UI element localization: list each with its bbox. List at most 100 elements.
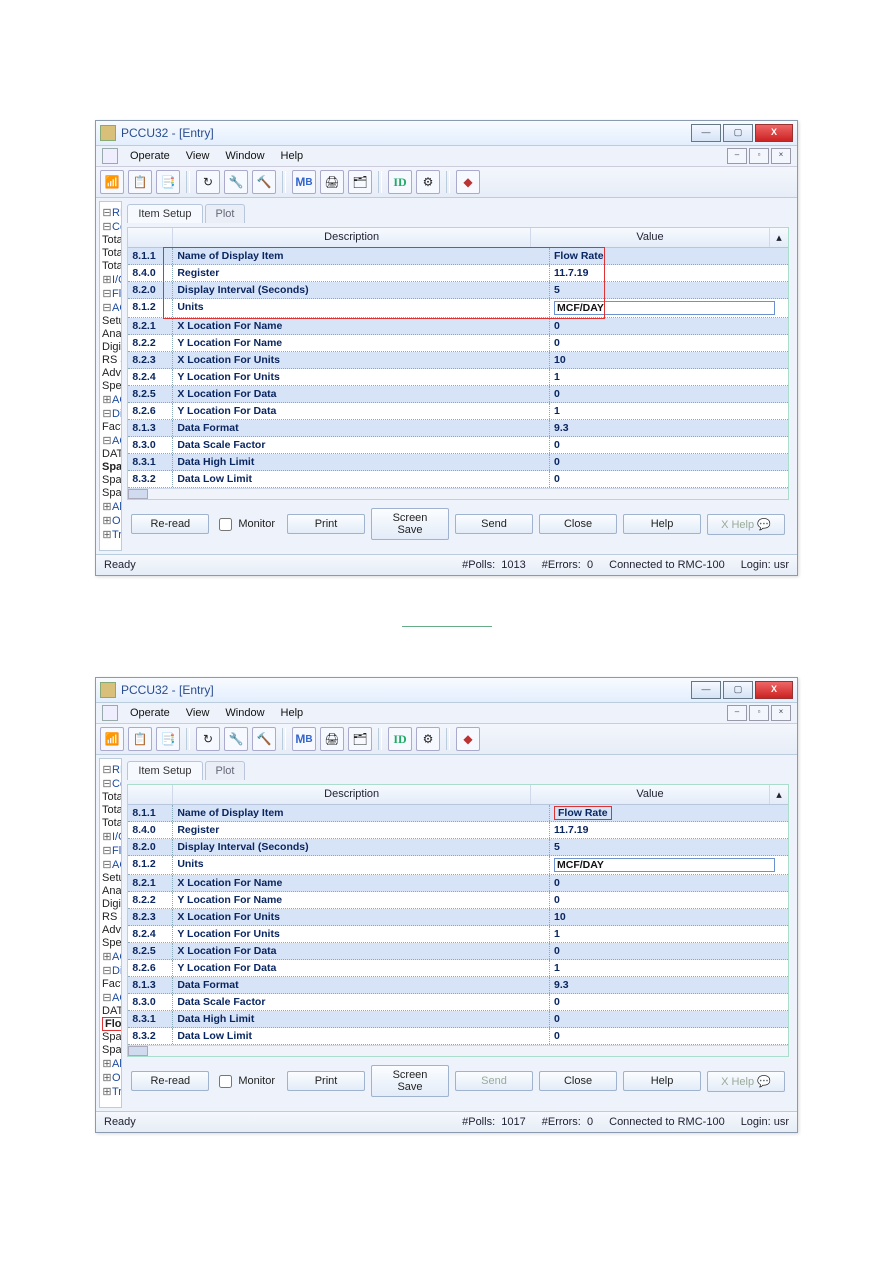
tree-alarm[interactable]: Alarm System (112, 501, 122, 513)
menu-help[interactable]: Help (274, 148, 311, 164)
table-row[interactable]: 8.3.1Data High Limit0 (128, 1011, 788, 1028)
tree-aga2[interactable]: AGA3-2 (112, 394, 122, 406)
tree-display[interactable]: Display (112, 965, 122, 977)
menu-view[interactable]: View (179, 705, 217, 721)
toolbar-refresh-icon[interactable]: ↻ (196, 727, 220, 751)
toolbar-help-icon[interactable]: ◆ (456, 170, 480, 194)
toolbar-collect-icon[interactable]: 📑 (156, 170, 180, 194)
table-row[interactable]: 8.3.2Data Low Limit0 (128, 1028, 788, 1045)
table-row[interactable]: 8.2.1X Location For Name0 (128, 875, 788, 892)
table-row[interactable]: 8.3.0Data Scale Factor0 (128, 437, 788, 454)
send-button[interactable]: Send (455, 514, 533, 534)
toolbar-entry-icon[interactable]: 📋 (128, 727, 152, 751)
tab-item-setup[interactable]: Item Setup (127, 204, 202, 223)
tree-analysis[interactable]: Analysis (102, 328, 122, 340)
toolbar-id-icon[interactable]: ID (388, 170, 412, 194)
tree-display[interactable]: Display (112, 408, 122, 420)
table-row[interactable]: 8.3.1Data High Limit0 (128, 454, 788, 471)
tree-spare3[interactable]: Spare (102, 1044, 122, 1056)
table-row[interactable]: 8.2.3X Location For Units10 (128, 352, 788, 369)
tree-aga1[interactable]: AGA3-1 (112, 859, 122, 871)
tree-rsnf[interactable]: RS and No Flow (102, 354, 122, 366)
tree-io[interactable]: I/O System (112, 831, 122, 843)
tree-sos[interactable]: Speed of Sound (102, 937, 122, 949)
table-row[interactable]: 8.2.2Y Location For Name0 (128, 335, 788, 352)
menu-window[interactable]: Window (218, 148, 271, 164)
tree-alarm[interactable]: Alarm System (112, 1058, 122, 1070)
scroll-up-icon[interactable]: ▴ (770, 228, 788, 247)
table-row[interactable]: 8.2.0Display Interval (Seconds)5 (128, 839, 788, 856)
table-row[interactable]: 8.3.2Data Low Limit0 (128, 471, 788, 488)
tree-spare-sel[interactable]: Spare (102, 461, 122, 473)
table-row[interactable]: 8.2.6Y Location For Data1 (128, 960, 788, 977)
minimize-button[interactable]: — (691, 124, 721, 142)
help-button[interactable]: Help (623, 514, 701, 534)
titlebar[interactable]: PCCU32 - [Entry] — ▢ X (96, 678, 797, 703)
units-input[interactable]: MCF/DAY (554, 301, 775, 315)
close-button[interactable]: X (755, 681, 793, 699)
toolbar-entry-icon[interactable]: 📋 (128, 170, 152, 194)
menu-window[interactable]: Window (218, 705, 271, 721)
toolbar-print-icon[interactable]: 🖨 (320, 727, 344, 751)
tree-dt[interactable]: DATE/TIME (102, 1005, 122, 1017)
table-row[interactable]: 8.2.0Display Interval (Seconds)5 (128, 282, 788, 299)
table-row[interactable]: 8.1.2UnitsMCF/DAY (128, 856, 788, 875)
close-button[interactable]: X (755, 124, 793, 142)
scroll-up-icon[interactable]: ▴ (770, 785, 788, 804)
hscroll-thumb[interactable] (128, 489, 148, 499)
table-row[interactable]: 8.2.1X Location For Name0 (128, 318, 788, 335)
tree-digout[interactable]: Digital Outputs (102, 898, 122, 910)
toolbar-archive-icon[interactable]: 🗂 (348, 170, 372, 194)
tree-ops[interactable]: Operations (112, 515, 122, 527)
tree-aga2[interactable]: AGA3-2 (112, 951, 122, 963)
mdi-close[interactable]: × (771, 705, 791, 721)
print-button[interactable]: Print (287, 514, 365, 534)
toolbar-setup-icon[interactable]: ⚙ (416, 727, 440, 751)
tree-spare3[interactable]: Spare (102, 487, 122, 499)
tree-ops[interactable]: Operations (112, 1072, 122, 1084)
reread-button[interactable]: Re-read (131, 1071, 209, 1091)
tree-digout[interactable]: Digital Outputs (102, 341, 122, 353)
tree-tfcom[interactable]: Totalflow/COM0: (102, 817, 122, 829)
monitor-checkbox[interactable]: Monitor (215, 515, 275, 534)
table-row[interactable]: 8.1.1Name of Display ItemFlow Rate (128, 248, 788, 265)
menu-view[interactable]: View (179, 148, 217, 164)
maximize-button[interactable]: ▢ (723, 124, 753, 142)
titlebar[interactable]: PCCU32 - [Entry] — ▢ X (96, 121, 797, 146)
tree-fd[interactable]: Factory Default (102, 978, 122, 990)
table-row[interactable]: 8.1.3Data Format9.3 (128, 977, 788, 994)
toolbar-help-icon[interactable]: ◆ (456, 727, 480, 751)
table-row[interactable]: 8.1.3Data Format9.3 (128, 420, 788, 437)
tree-root[interactable]: RMC-100 (112, 764, 122, 776)
toolbar-tool2-icon[interactable]: 🔨 (252, 727, 276, 751)
tab-plot[interactable]: Plot (205, 761, 246, 780)
tab-plot[interactable]: Plot (205, 204, 246, 223)
tree-rsnf[interactable]: RS and No Flow (102, 911, 122, 923)
table-row[interactable]: 8.3.0Data Scale Factor0 (128, 994, 788, 1011)
tree-fd[interactable]: Factory Default (102, 421, 122, 433)
nav-tree[interactable]: ⊟RMC-100 ⊟Communications Totalflow/TCP T… (99, 758, 122, 1108)
tree-communications[interactable]: Communications (112, 221, 122, 233)
tree-trend[interactable]: Trend System (112, 1086, 122, 1098)
mdi-minimize[interactable]: – (727, 705, 747, 721)
table-row[interactable]: 8.2.4Y Location For Units1 (128, 926, 788, 943)
tab-item-setup[interactable]: Item Setup (127, 761, 202, 780)
tree-sos[interactable]: Speed of Sound (102, 380, 122, 392)
toolbar-connect-icon[interactable]: 📶 (100, 727, 124, 751)
table-row[interactable]: 8.2.6Y Location For Data1 (128, 403, 788, 420)
tree-setup[interactable]: Setup (102, 872, 122, 884)
tree-io[interactable]: I/O System (112, 274, 122, 286)
toolbar-id-icon[interactable]: ID (388, 727, 412, 751)
minimize-button[interactable]: — (691, 681, 721, 699)
tree-tfcom[interactable]: Totalflow/COM0: (102, 260, 122, 272)
tree-analysis[interactable]: Analysis (102, 885, 122, 897)
toolbar-mb-icon[interactable]: MB (292, 727, 316, 751)
screen-save-button[interactable]: Screen Save (371, 1065, 449, 1097)
tree-adv[interactable]: Adv Setup (102, 367, 122, 379)
monitor-checkbox[interactable]: Monitor (215, 1072, 275, 1091)
table-row[interactable]: 8.1.1Name of Display ItemFlow Rate (128, 805, 788, 822)
screen-save-button[interactable]: Screen Save (371, 508, 449, 540)
table-row[interactable]: 8.2.3X Location For Units10 (128, 909, 788, 926)
send-button[interactable]: Send (455, 1071, 533, 1091)
tree-communications[interactable]: Communications (112, 778, 122, 790)
